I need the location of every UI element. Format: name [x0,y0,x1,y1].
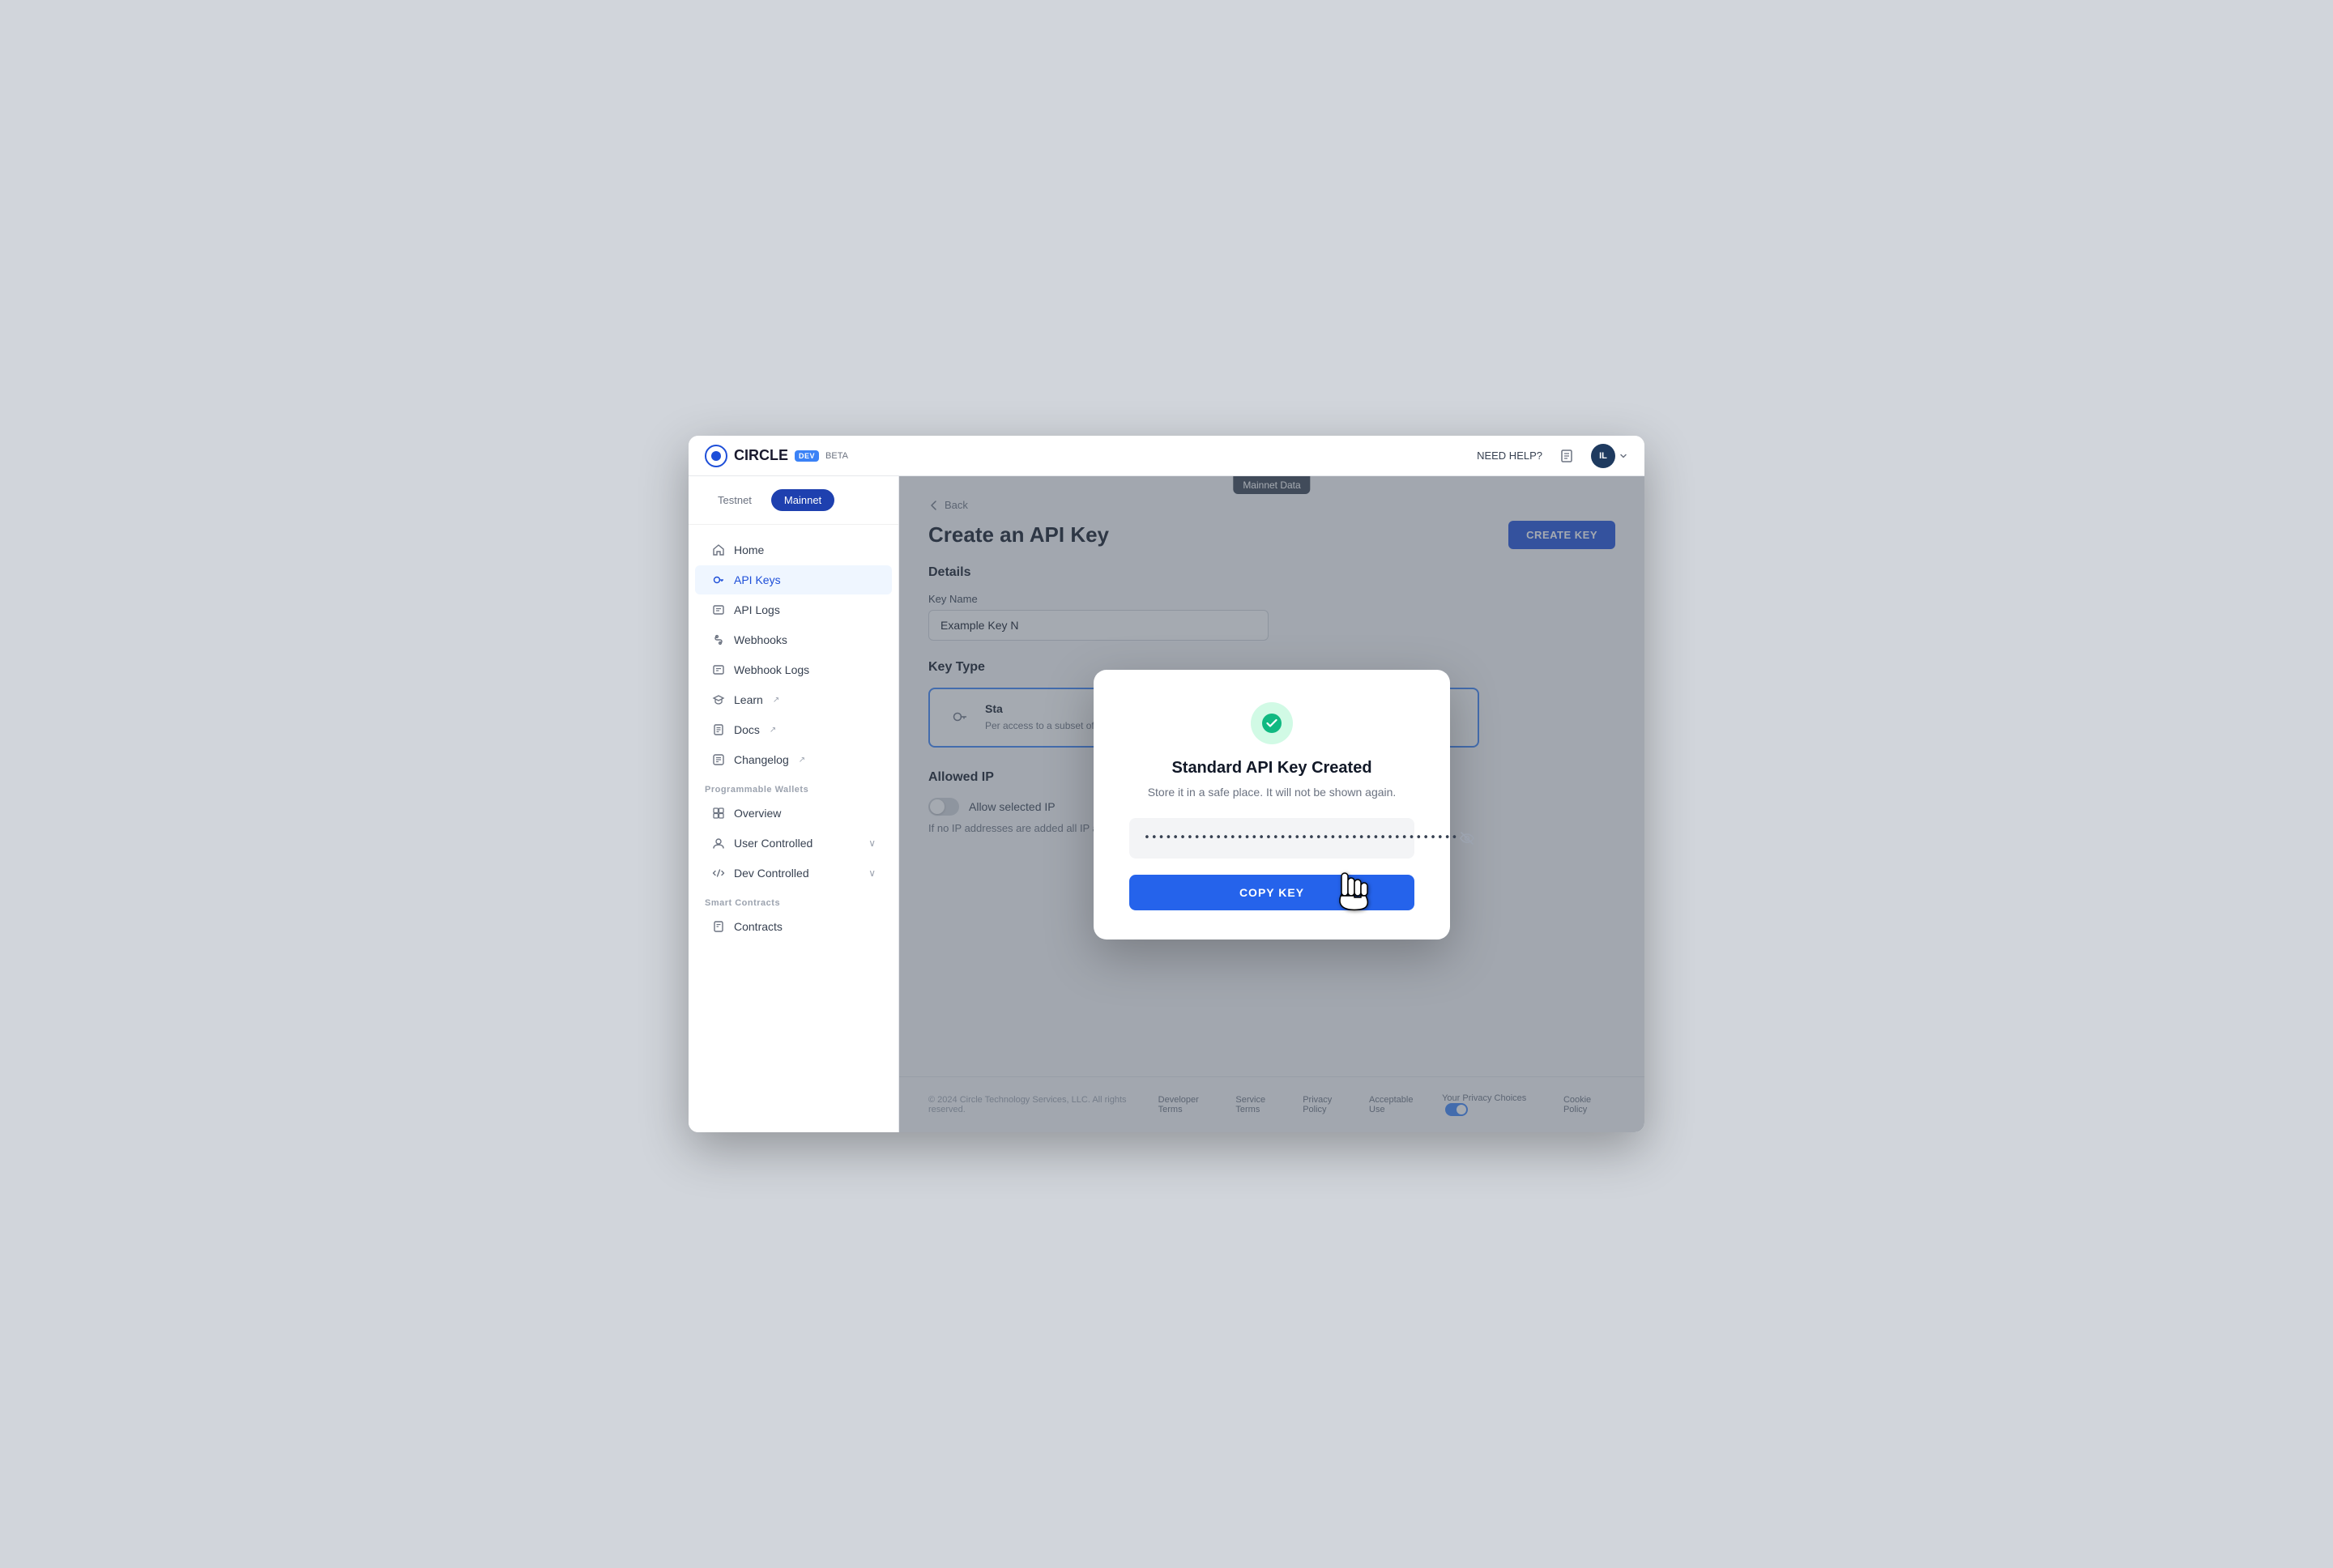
docs-external-icon: ↗ [770,726,776,735]
sidebar-docs-label: Docs [734,723,760,736]
sidebar-user-controlled-label: User Controlled [734,837,812,850]
main-content: Mainnet Data Back Create an API Key CREA… [899,476,1644,1132]
modal-overlay: Standard API Key Created Store it in a s… [899,476,1644,1132]
sidebar-item-overview[interactable]: Overview [695,799,892,828]
docs-icon [711,722,726,737]
sidebar-item-contracts[interactable]: Contracts [695,912,892,941]
logo: CIRCLE DEV BETA [705,445,848,467]
sidebar-nav: Home API Keys [689,525,898,1132]
copy-btn-wrapper: COPY KEY [1129,875,1414,910]
success-icon [1251,702,1293,744]
home-icon [711,543,726,557]
mainnet-button[interactable]: Mainnet [771,489,834,511]
dev-controlled-icon [711,866,726,880]
user-controlled-arrow: ∨ [868,837,876,849]
sidebar-learn-label: Learn [734,693,763,706]
sidebar-item-api-keys[interactable]: API Keys [695,565,892,594]
logs-icon [711,603,726,617]
key-icon [711,573,726,587]
beta-badge: BETA [825,451,848,461]
sidebar-item-api-logs[interactable]: API Logs [695,595,892,624]
main-layout: Testnet Mainnet Home [689,476,1644,1132]
avatar: IL [1591,444,1615,468]
sidebar-item-user-controlled[interactable]: User Controlled ∨ [695,829,892,858]
sidebar-contracts-label: Contracts [734,920,783,933]
key-value: ••••••••••••••••••••••••••••••••••••••••… [1144,832,1458,844]
sidebar-item-changelog[interactable]: Changelog ↗ [695,745,892,774]
checkmark-icon [1261,713,1282,734]
webhook-logs-icon [711,663,726,677]
testnet-button[interactable]: Testnet [705,489,765,511]
sidebar-item-docs[interactable]: Docs ↗ [695,715,892,744]
modal-icon-wrap [1129,702,1414,744]
changelog-external-icon: ↗ [799,756,805,765]
learn-icon [711,692,726,707]
sidebar-api-keys-label: API Keys [734,573,781,586]
sidebar-api-logs-label: API Logs [734,603,780,616]
network-switcher: Testnet Mainnet [689,476,898,525]
modal-subtitle: Store it in a safe place. It will not be… [1129,786,1414,799]
circle-logo-icon [705,445,727,467]
overview-icon [711,806,726,820]
key-display: ••••••••••••••••••••••••••••••••••••••••… [1129,818,1414,859]
sidebar: Testnet Mainnet Home [689,476,899,1132]
sidebar-item-learn[interactable]: Learn ↗ [695,685,892,714]
user-controlled-icon [711,836,726,850]
document-icon[interactable] [1555,445,1578,467]
sidebar-item-webhooks[interactable]: Webhooks [695,625,892,654]
need-help-link[interactable]: NEED HELP? [1477,450,1542,462]
changelog-icon [711,752,726,767]
sidebar-changelog-label: Changelog [734,753,789,766]
modal-title: Standard API Key Created [1129,759,1414,778]
api-key-created-modal: Standard API Key Created Store it in a s… [1094,670,1450,940]
sidebar-item-dev-controlled[interactable]: Dev Controlled ∨ [695,859,892,888]
section-programmable-wallets: Programmable Wallets [689,775,898,798]
contracts-icon [711,919,726,934]
sidebar-item-home[interactable]: Home [695,535,892,565]
sidebar-home-label: Home [734,543,764,556]
dev-badge: DEV [795,450,819,462]
sidebar-item-webhook-logs[interactable]: Webhook Logs [695,655,892,684]
sidebar-webhook-logs-label: Webhook Logs [734,663,809,676]
sidebar-webhooks-label: Webhooks [734,633,787,646]
hide-key-icon[interactable] [1458,829,1476,847]
dev-controlled-arrow: ∨ [868,867,876,879]
top-bar-right: NEED HELP? IL [1477,444,1628,468]
copy-key-button[interactable]: COPY KEY [1129,875,1414,910]
top-bar: CIRCLE DEV BETA NEED HELP? IL [689,436,1644,476]
app-title: CIRCLE [734,447,788,464]
section-smart-contracts: Smart Contracts [689,888,898,911]
sidebar-overview-label: Overview [734,807,781,820]
chevron-down-icon [1619,451,1628,461]
user-avatar-dropdown[interactable]: IL [1591,444,1628,468]
learn-external-icon: ↗ [773,696,779,705]
webhook-icon [711,633,726,647]
sidebar-dev-controlled-label: Dev Controlled [734,867,809,880]
